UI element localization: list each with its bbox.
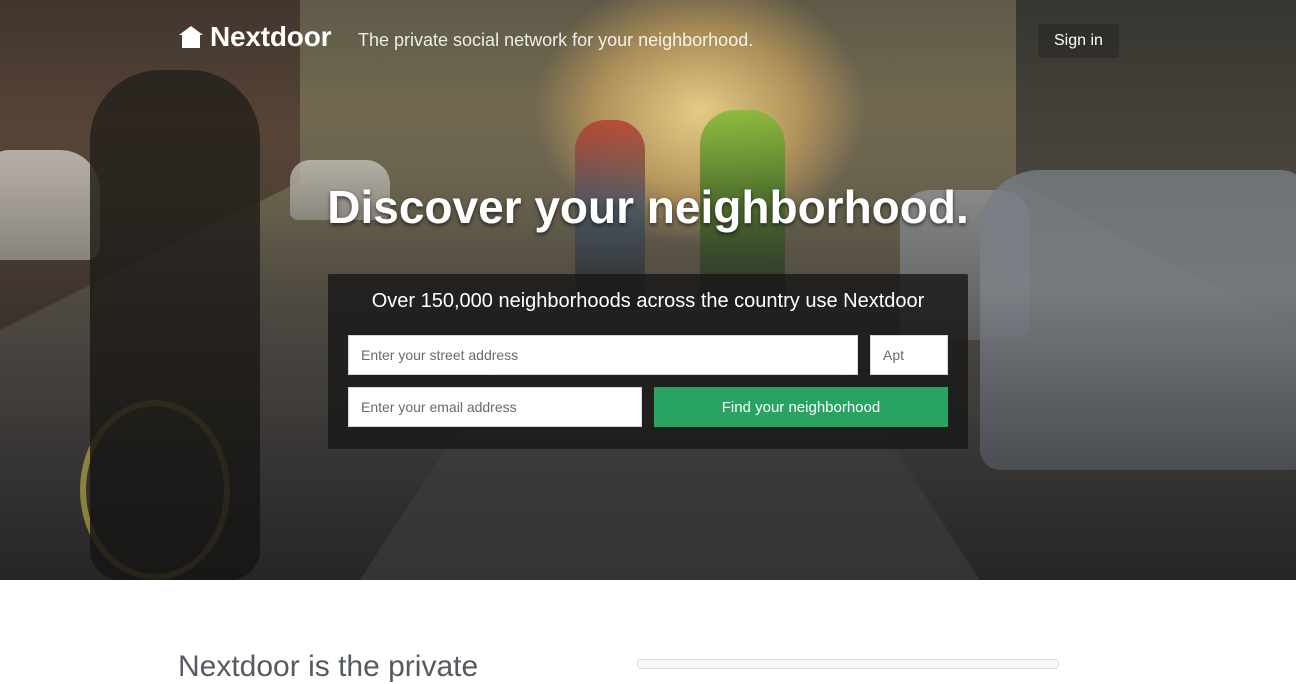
nextdoor-logo[interactable]: Nextdoor	[178, 21, 332, 52]
apt-input[interactable]	[870, 335, 948, 375]
signup-form: Over 150,000 neighborhoods across the co…	[328, 274, 968, 449]
house-icon	[178, 25, 204, 49]
street-address-input[interactable]	[348, 335, 858, 375]
hero-headline: Discover your neighborhood.	[327, 181, 969, 233]
logo-text: Nextdoor	[210, 21, 332, 52]
section-card	[637, 659, 1059, 669]
email-input[interactable]	[348, 387, 642, 427]
hero-section: Nextdoor The private social network for …	[0, 0, 1296, 580]
tagline: The private social network for your neig…	[358, 30, 754, 50]
section-title: Nextdoor is the private	[178, 650, 479, 683]
signup-title: Over 150,000 neighborhoods across the co…	[371, 290, 925, 312]
sign-in-button[interactable]: Sign in	[1038, 24, 1119, 58]
find-neighborhood-button[interactable]: Find your neighborhood	[654, 387, 948, 427]
top-bar: Nextdoor The private social network for …	[0, 0, 1296, 80]
